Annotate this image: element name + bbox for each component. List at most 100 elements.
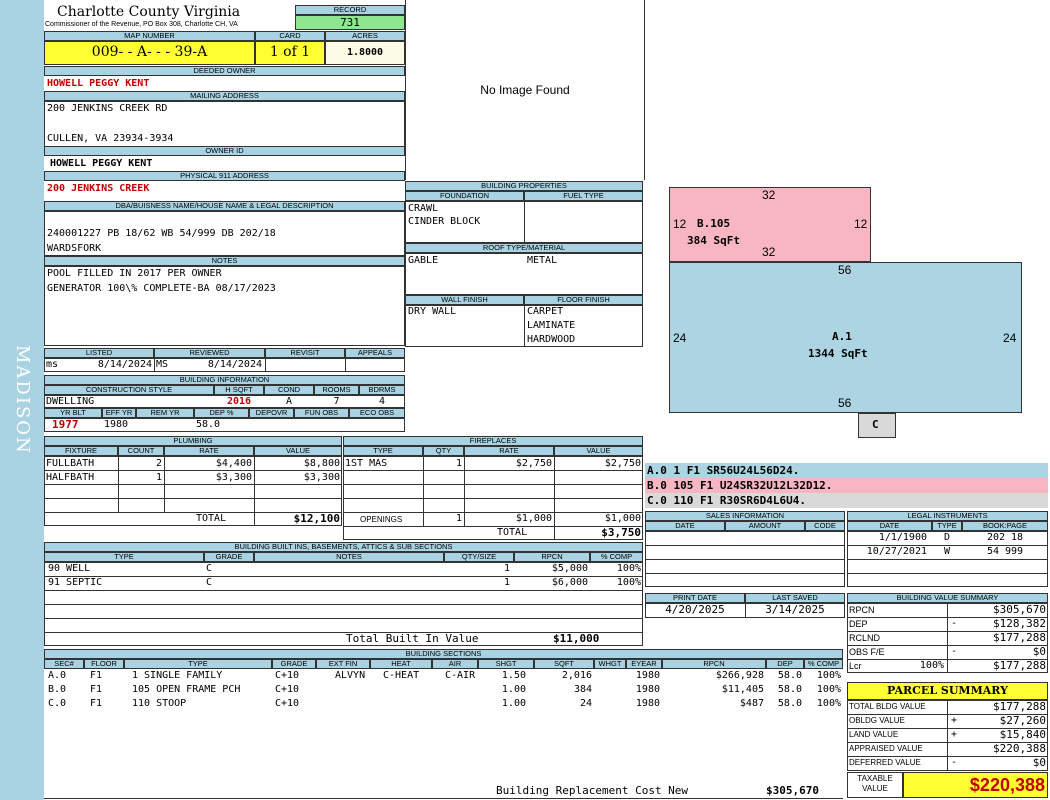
- bi-grade-1: C: [206, 563, 213, 574]
- mailing-line-2: CULLEN, VA 23934-3934: [47, 133, 174, 144]
- wall-finish-header: WALL FINISH: [405, 295, 524, 305]
- construction-style-header: CONSTRUCTION STYLE: [44, 385, 214, 395]
- bs-comp-3: 100%: [816, 698, 841, 709]
- notes-line-1: POOL FILLED IN 2017 PER OWNER: [47, 268, 222, 279]
- fp-total-label: TOTAL: [497, 527, 528, 538]
- bi-rpcn-1: $5,000: [551, 563, 588, 574]
- legal-line-2: WARDSFORK: [47, 243, 102, 254]
- bi-notes-header: NOTES: [254, 552, 444, 562]
- condition: A: [285, 396, 293, 407]
- bi-comp-1: 100%: [616, 563, 641, 574]
- revisit-header: REVISIT: [265, 348, 345, 358]
- physical-address-header: PHYSICAL 911 ADDRESS: [44, 171, 405, 181]
- record-number: 731: [340, 16, 360, 29]
- ps-appraised: $220,388: [993, 742, 1046, 755]
- bs-comp-1: 100%: [816, 670, 841, 681]
- bs-eyear-2: 1980: [635, 684, 660, 695]
- fp-total: $3,750: [601, 526, 641, 539]
- rooms-header: ROOMS: [314, 385, 359, 395]
- floor-finish-header: FLOOR FINISH: [524, 295, 643, 305]
- building-info-header: BUILDING INFORMATION: [44, 375, 405, 385]
- li-type-header: TYPE: [932, 521, 962, 531]
- bs-sec-3: C.0: [48, 698, 67, 709]
- bi-type-header: TYPE: [44, 552, 204, 562]
- section-b-name: B.105: [697, 217, 731, 230]
- fp-rate-1: $2,750: [515, 458, 552, 469]
- bs-shgt-1: 1.50: [501, 670, 526, 681]
- ps-deferred-label: DEFERRED VALUE: [849, 758, 921, 767]
- bi-type-2: 91 SEPTIC: [48, 577, 103, 588]
- bvs-header: BUILDING VALUE SUMMARY: [847, 593, 1048, 603]
- depovr-header: DEPOVR: [249, 408, 294, 418]
- fp-value-header: VALUE: [554, 446, 643, 456]
- bi-comp-header: % COMP: [590, 552, 643, 562]
- legal-line-1: 240001227 PB 18/62 WB 54/999 DB 202/18: [47, 228, 276, 239]
- bs-comp-2: 100%: [816, 684, 841, 695]
- sketch-code-c-text: C.0 110 F1 R30SR6D4L6U4.: [647, 494, 806, 507]
- map-number: 009- - A- - - 39-A: [91, 44, 208, 60]
- bs-grade-1: C+10: [275, 670, 300, 681]
- county-title: Charlotte County Virginia: [57, 4, 241, 20]
- fireplaces-header: FIREPLACES: [343, 436, 643, 446]
- plumb-fixture-header: FIXTURE: [44, 446, 118, 456]
- dim-b-left: 12: [673, 217, 687, 231]
- mailing-line-1: 200 JENKINS CREEK RD: [47, 103, 168, 114]
- taxable-value: $220,388: [969, 775, 1045, 795]
- plumb-value-2: $3,300: [303, 472, 340, 483]
- map-number-header: MAP NUMBER: [44, 31, 255, 41]
- bs-air-1: C-AIR: [445, 670, 476, 681]
- fp-qty-header: QTY: [423, 446, 464, 456]
- fp-type-header: TYPE: [343, 446, 423, 456]
- ps-total-bldg-label: TOTAL BLDG VALUE: [849, 702, 926, 711]
- bs-sqft-3: 24: [579, 698, 592, 709]
- acres-header: ACRES: [325, 31, 405, 41]
- plumb-value-1: $8,800: [303, 458, 340, 469]
- li-date-2: 10/27/2021: [866, 546, 927, 557]
- bs-type-3: 110 STOOP: [132, 698, 187, 709]
- foundation-header: FOUNDATION: [405, 191, 524, 201]
- li-date-1: 1/1/1900: [878, 532, 927, 543]
- bi-grade-header: GRADE: [204, 552, 254, 562]
- bs-grade-3: C+10: [275, 698, 300, 709]
- sales-code-header: CODE: [805, 521, 845, 531]
- roof-box: [405, 253, 643, 295]
- owner-id-header: OWNER ID: [44, 146, 405, 156]
- bs-h-ext: EXT FIN: [316, 659, 370, 669]
- plumb-rate-header: RATE: [164, 446, 254, 456]
- bs-rpcn-3: $487: [739, 698, 764, 709]
- last-saved-date: 3/14/2025: [765, 603, 825, 616]
- plumb-rate-2: $3,300: [215, 472, 252, 483]
- deeded-owner: HOWELL PEGGY KENT: [47, 78, 150, 89]
- wall-finish: DRY WALL: [408, 306, 457, 317]
- bs-type-2: 105 OPEN FRAME PCH: [132, 684, 241, 695]
- bs-h-shgt: SHGT: [478, 659, 534, 669]
- ecoobs-header: ECO OBS: [349, 408, 405, 418]
- roof-type: GABLE: [408, 255, 439, 266]
- plumb-total: $12,100: [293, 512, 340, 525]
- bs-sec-2: B.0: [48, 684, 67, 695]
- bs-dep-2: 58.0: [777, 684, 802, 695]
- bs-h-type: TYPE: [124, 659, 272, 669]
- foundation-2: CINDER BLOCK: [408, 216, 481, 227]
- plumb-rate-1: $4,400: [215, 458, 252, 469]
- li-date-header: DATE: [847, 521, 932, 531]
- bvs-rpcn-label: RPCN: [849, 605, 875, 615]
- effective-year: 1980: [104, 419, 129, 430]
- bvs-obs: $0: [1032, 645, 1046, 658]
- hsqft-header: H SQFT: [214, 385, 264, 395]
- sales-amount-header: AMOUNT: [725, 521, 805, 531]
- bi-rpcn-2: $6,000: [551, 577, 588, 588]
- bs-sqft-2: 384: [573, 684, 592, 695]
- bvs-dep: $128,382: [993, 617, 1046, 630]
- foundation-1: CRAWL: [408, 203, 439, 214]
- dim-b-top: 32: [762, 188, 776, 202]
- sales-date-header: DATE: [645, 521, 725, 531]
- bs-grade-2: C+10: [275, 684, 300, 695]
- effyr-header: EFF YR: [102, 408, 136, 418]
- dep-header: DEP %: [194, 408, 249, 418]
- fp-rate-header: RATE: [464, 446, 554, 456]
- construction-style: DWELLING: [46, 396, 95, 407]
- openings-qty: 1: [455, 513, 462, 524]
- builtin-total-label: Total Built In Value: [346, 632, 479, 645]
- last-saved-header: LAST SAVED: [745, 593, 845, 603]
